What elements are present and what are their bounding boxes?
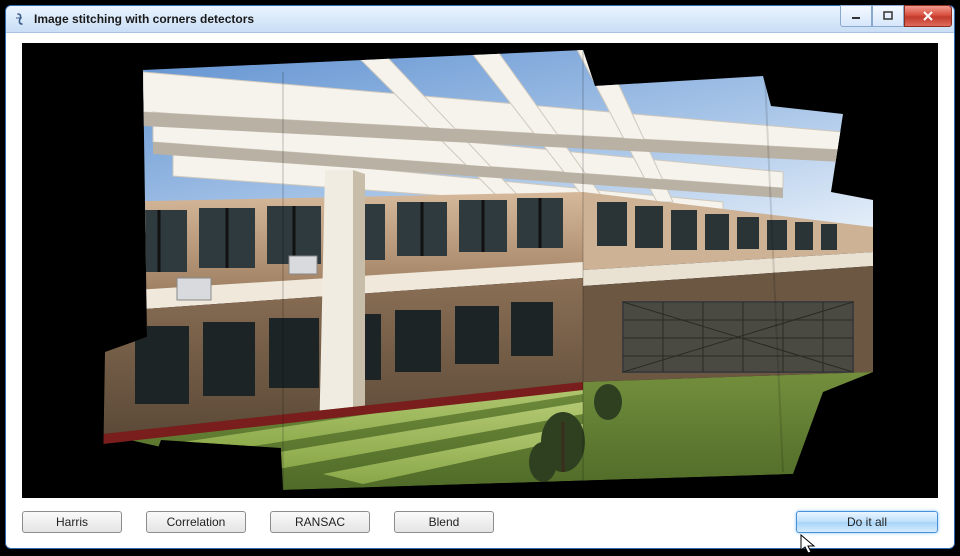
- blend-button[interactable]: Blend: [394, 511, 494, 533]
- client-area: Harris Correlation RANSAC Blend Do it al…: [6, 33, 954, 548]
- close-button[interactable]: [904, 5, 952, 27]
- correlation-button[interactable]: Correlation: [146, 511, 246, 533]
- harris-button[interactable]: Harris: [22, 511, 122, 533]
- window-title: Image stitching with corners detectors: [34, 12, 254, 26]
- minimize-button[interactable]: [840, 5, 872, 27]
- titlebar[interactable]: Image stitching with corners detectors: [6, 6, 954, 33]
- button-row: Harris Correlation RANSAC Blend Do it al…: [22, 508, 938, 536]
- stitched-panorama-image: [23, 43, 937, 498]
- do-it-all-button[interactable]: Do it all: [796, 511, 938, 533]
- app-icon: [12, 11, 28, 27]
- app-window: Image stitching with corners detectors: [5, 5, 955, 549]
- window-controls: [840, 5, 952, 27]
- maximize-button[interactable]: [872, 5, 904, 27]
- image-viewport: [22, 43, 938, 498]
- ransac-button[interactable]: RANSAC: [270, 511, 370, 533]
